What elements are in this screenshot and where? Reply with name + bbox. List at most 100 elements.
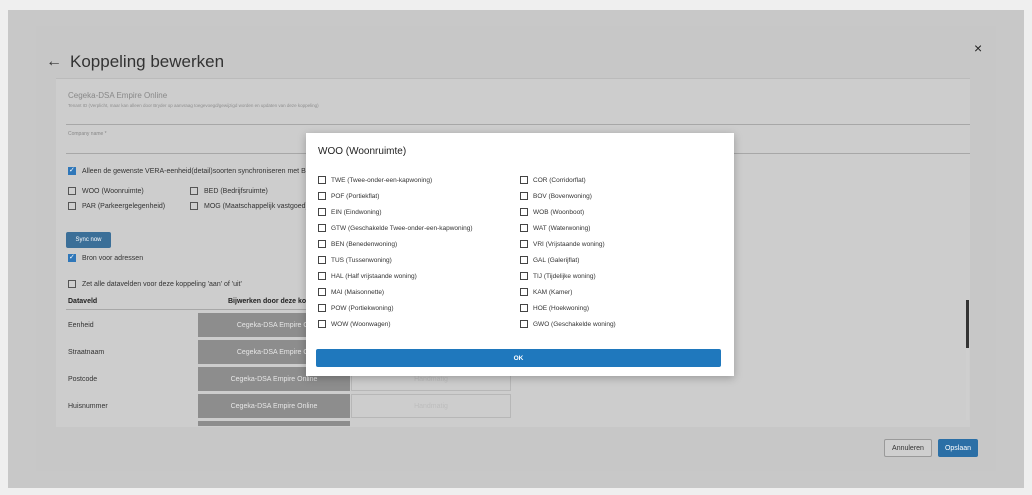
- type-par-label: PAR (Parkeergelegenheid): [82, 202, 166, 210]
- save-button[interactable]: Opslaan: [938, 439, 978, 457]
- option-label: HAL (Half vrijstaande woning): [331, 272, 417, 280]
- table-header-field: Dataveld: [68, 298, 98, 305]
- option-label: WAT (Waterwoning): [533, 224, 591, 232]
- type-par[interactable]: PAR (Parkeergelegenheid): [68, 202, 165, 210]
- option-pow[interactable]: POW (Portiekwoning): [318, 304, 394, 312]
- option-label: TUS (Tussenwoning): [331, 256, 392, 264]
- table-row-source-a[interactable]: Cegeka-DSA Empire Online: [198, 394, 350, 418]
- option-ben[interactable]: BEN (Benedenwoning): [318, 240, 397, 248]
- option-checkbox[interactable]: [318, 176, 326, 184]
- option-checkbox[interactable]: [520, 224, 528, 232]
- modal-title: WOO (Woonruimte): [318, 146, 407, 157]
- option-checkbox[interactable]: [520, 256, 528, 264]
- option-mai[interactable]: MAI (Maisonnette): [318, 288, 384, 296]
- option-label: BOV (Bovenwoning): [533, 192, 592, 200]
- option-checkbox[interactable]: [520, 208, 528, 216]
- option-gal[interactable]: GAL (Galerijflat): [520, 256, 579, 264]
- option-checkbox[interactable]: [520, 288, 528, 296]
- table-row-field: Eenheid: [68, 322, 94, 329]
- option-label: POW (Portiekwoning): [331, 304, 394, 312]
- option-label: WOW (Woonwagen): [331, 320, 391, 328]
- option-checkbox[interactable]: [520, 192, 528, 200]
- source-checkbox[interactable]: [68, 253, 76, 262]
- vera-checkbox-row[interactable]: Alleen de gewenste VERA-eenheid(detail)s…: [68, 166, 312, 175]
- option-checkbox[interactable]: [318, 240, 326, 248]
- option-ein[interactable]: EIN (Eindwoning): [318, 208, 382, 216]
- option-tus[interactable]: TUS (Tussenwoning): [318, 256, 392, 264]
- option-checkbox[interactable]: [520, 176, 528, 184]
- toggle-all-checkbox[interactable]: [68, 280, 76, 288]
- table-row-source-b[interactable]: Handmatig: [351, 394, 511, 418]
- option-label: TIJ (Tijdelijke woning): [533, 272, 596, 280]
- source-row[interactable]: Bron voor adressen: [68, 253, 144, 262]
- option-checkbox[interactable]: [318, 192, 326, 200]
- option-vri[interactable]: VRI (Vrijstaande woning): [520, 240, 605, 248]
- option-label: KAM (Kamer): [533, 288, 573, 296]
- option-gwo[interactable]: GWO (Geschakelde woning): [520, 320, 616, 328]
- option-hoe[interactable]: HOE (Hoekwoning): [520, 304, 589, 312]
- toggle-all-row[interactable]: Zet alle datavelden voor deze koppeling …: [68, 280, 242, 288]
- vera-checkbox[interactable]: [68, 166, 76, 175]
- option-hal[interactable]: HAL (Half vrijstaande woning): [318, 272, 417, 280]
- option-wow[interactable]: WOW (Woonwagen): [318, 320, 390, 328]
- option-checkbox[interactable]: [520, 320, 528, 328]
- option-label: VRI (Vrijstaande woning): [533, 240, 605, 248]
- option-label: COR (Corridorflat): [533, 176, 586, 184]
- option-checkbox[interactable]: [318, 320, 326, 328]
- option-label: GAL (Galerijflat): [533, 256, 580, 264]
- connection-name: Cegeka-DSA Empire Online: [68, 91, 168, 100]
- option-checkbox[interactable]: [520, 240, 528, 248]
- arrow-left-icon[interactable]: ←: [46, 53, 62, 71]
- source-label: Bron voor adressen: [82, 254, 144, 262]
- company-label: Company name *: [68, 131, 107, 137]
- option-checkbox[interactable]: [318, 224, 326, 232]
- option-gtw[interactable]: GTW (Geschakelde Twee-onder-een-kapwonin…: [318, 224, 473, 232]
- option-label: EIN (Eindwoning): [331, 208, 382, 216]
- page-title: ← Koppeling bewerken: [46, 52, 224, 72]
- option-label: HOE (Hoekwoning): [533, 304, 589, 312]
- table-row-partial: [198, 421, 350, 426]
- option-checkbox[interactable]: [318, 288, 326, 296]
- table-row-field: Straatnaam: [68, 349, 105, 356]
- option-checkbox[interactable]: [318, 256, 326, 264]
- option-label: POF (Portiekflat): [331, 192, 380, 200]
- type-bed-checkbox[interactable]: [190, 187, 198, 195]
- tenant-note: Tenant ID (Verplicht, maar kan alleen do…: [68, 103, 319, 108]
- option-checkbox[interactable]: [318, 208, 326, 216]
- woo-modal: WOO (Woonruimte) TWE (Twee-onder-een-kap…: [306, 133, 734, 376]
- cancel-button[interactable]: Annuleren: [884, 439, 932, 457]
- sync-now-button[interactable]: Sync now: [66, 232, 111, 248]
- close-icon[interactable]: ×: [974, 40, 982, 56]
- ok-button[interactable]: OK: [316, 349, 721, 367]
- option-checkbox[interactable]: [318, 304, 326, 312]
- type-bed-label: BED (Bedrijfsruimte): [204, 187, 268, 195]
- type-woo[interactable]: WOO (Woonruimte): [68, 187, 144, 195]
- type-mog[interactable]: MOG (Maatschappelijk vastgoed): [190, 202, 308, 210]
- table-header-update: Bijwerken door deze kopp: [228, 298, 315, 305]
- option-label: GTW (Geschakelde Twee-onder-een-kapwonin…: [331, 224, 473, 232]
- option-cor[interactable]: COR (Corridorflat): [520, 176, 586, 184]
- option-label: WOB (Woonboot): [533, 208, 585, 216]
- type-par-checkbox[interactable]: [68, 202, 76, 210]
- toggle-all-label: Zet alle datavelden voor deze koppeling …: [82, 280, 242, 288]
- table-row-field: Postcode: [68, 376, 98, 383]
- option-twe[interactable]: TWE (Twee-onder-een-kapwoning): [318, 176, 432, 184]
- scroll-thumb[interactable]: [966, 300, 969, 348]
- type-bed[interactable]: BED (Bedrijfsruimte): [190, 187, 268, 195]
- option-wob[interactable]: WOB (Woonboot): [520, 208, 584, 216]
- type-mog-checkbox[interactable]: [190, 202, 198, 210]
- option-pof[interactable]: POF (Portiekflat): [318, 192, 379, 200]
- option-bov[interactable]: BOV (Bovenwoning): [520, 192, 592, 200]
- option-checkbox[interactable]: [520, 272, 528, 280]
- type-mog-label: MOG (Maatschappelijk vastgoed): [204, 202, 308, 210]
- option-kam[interactable]: KAM (Kamer): [520, 288, 572, 296]
- option-checkbox[interactable]: [520, 304, 528, 312]
- page-title-text: Koppeling bewerken: [70, 52, 225, 71]
- option-tij[interactable]: TIJ (Tijdelijke woning): [520, 272, 596, 280]
- option-wat[interactable]: WAT (Waterwoning): [520, 224, 590, 232]
- option-checkbox[interactable]: [318, 272, 326, 280]
- option-label: MAI (Maisonnette): [331, 288, 385, 296]
- type-woo-checkbox[interactable]: [68, 187, 76, 195]
- vera-label: Alleen de gewenste VERA-eenheid(detail)s…: [82, 167, 312, 175]
- option-label: GWO (Geschakelde woning): [533, 320, 616, 328]
